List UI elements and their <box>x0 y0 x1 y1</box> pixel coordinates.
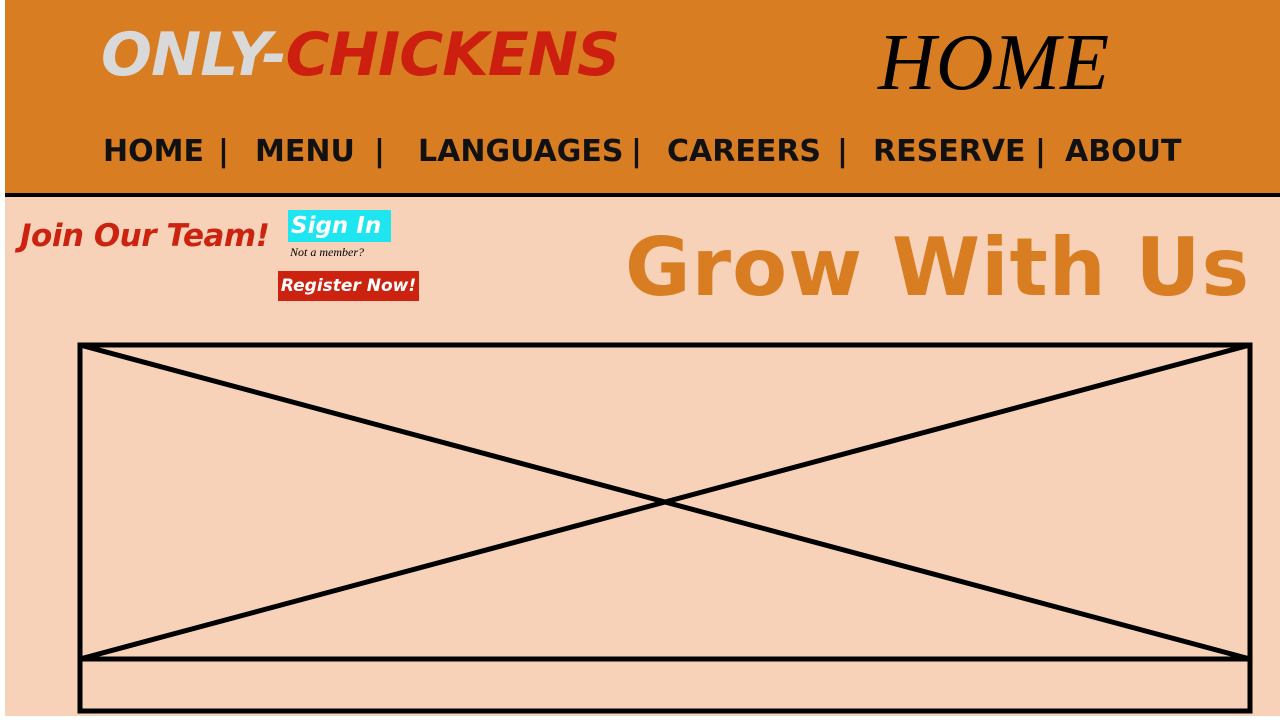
nav-separator: | <box>631 134 642 169</box>
nav-item-careers[interactable]: CAREERS <box>667 130 821 174</box>
nav-item-menu[interactable]: MENU <box>255 130 355 174</box>
site-logo[interactable]: ONLY-CHICKENS <box>101 20 621 90</box>
page: ONLY-CHICKENS HOME HOME | MENU | LANGUAG… <box>5 0 1280 716</box>
image-placeholder-icon <box>77 342 1253 714</box>
join-our-team-text: Join Our Team! <box>20 218 270 254</box>
nav-separator: | <box>837 134 848 169</box>
nav-separator: | <box>1035 134 1046 169</box>
logo-part-chickens: CHICKENS <box>285 20 621 90</box>
nav-separator: | <box>374 134 385 169</box>
grow-with-us-headline: Grow With Us <box>625 221 1251 314</box>
nav-separator: | <box>218 134 229 169</box>
nav-item-languages[interactable]: LANGUAGES <box>418 130 623 174</box>
nav-item-home[interactable]: HOME <box>103 130 204 174</box>
page-title: HOME <box>878 19 1110 107</box>
nav-item-about[interactable]: ABOUT <box>1065 130 1181 174</box>
nav-item-reserve[interactable]: RESERVE <box>873 130 1026 174</box>
register-now-button[interactable]: Register Now! <box>278 271 419 301</box>
sign-in-button[interactable]: Sign In <box>288 210 391 242</box>
not-a-member-text: Not a member? <box>290 245 364 259</box>
image-placeholder <box>77 342 1253 714</box>
site-header: ONLY-CHICKENS HOME HOME | MENU | LANGUAG… <box>5 0 1280 197</box>
logo-part-only: ONLY- <box>101 20 287 90</box>
